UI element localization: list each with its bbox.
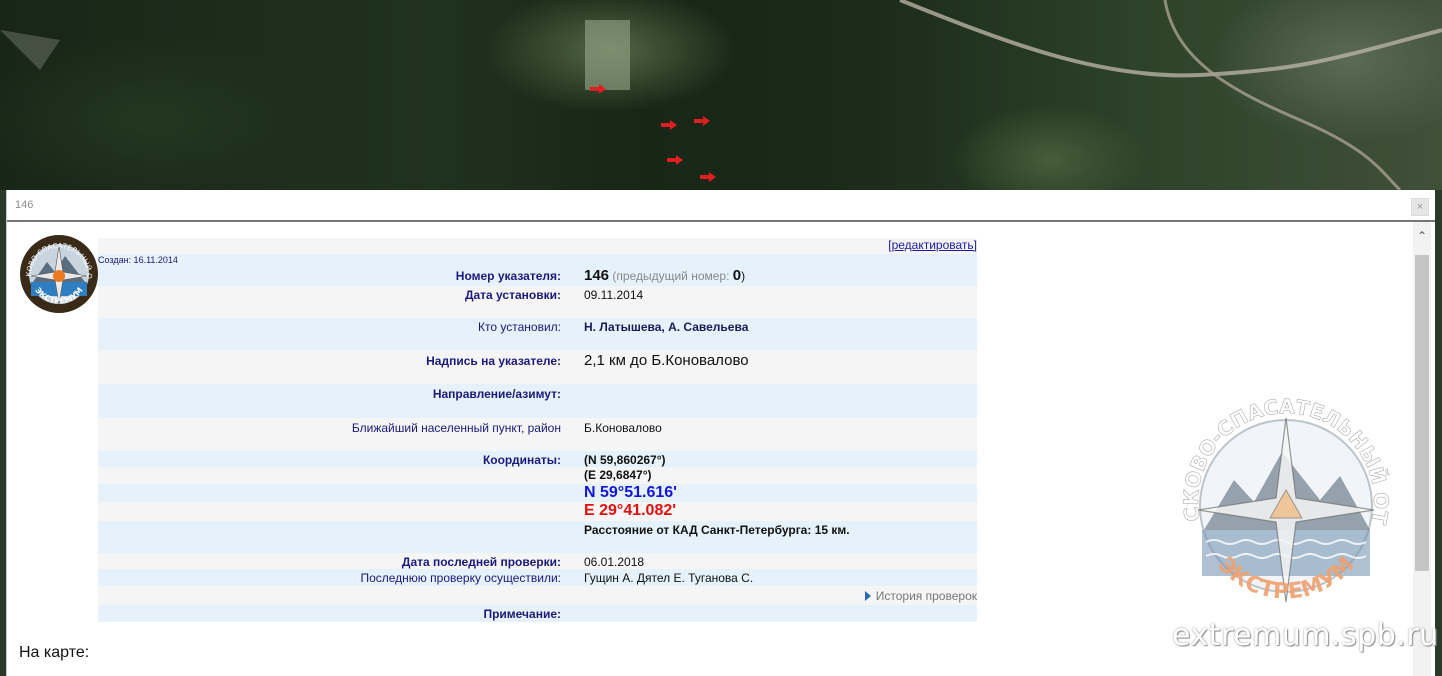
map-marker-arrow[interactable] [700, 172, 716, 182]
close-button[interactable]: × [1411, 198, 1429, 216]
pointer-number-row: Номер указателя: 146 (предыдущий номер: … [98, 266, 977, 286]
install-date: 09.11.2014 [584, 288, 644, 302]
installed-by: Н. Латышева, А. Савельева [584, 320, 749, 334]
nearest: Б.Коновалово [584, 421, 662, 435]
installed-by-row: Кто установил: Н. Латышева, А. Савельева [98, 318, 977, 350]
map-marker-arrow[interactable] [667, 155, 683, 165]
prev-number-close: ) [741, 269, 746, 283]
inscription: 2,1 км до Б.Коновалово [584, 352, 749, 369]
history-link-label: История проверок [875, 589, 977, 603]
direction-label: Направление/азимут: [432, 387, 561, 401]
nearest-label: Ближайший населенный пункт, район [351, 421, 561, 435]
coord-n-decimal: (N 59,860267°) [584, 453, 666, 467]
pointer-number: 146 [584, 267, 610, 284]
installed-by-label: Кто установил: [478, 320, 561, 334]
inscription-label: Надпись на указателе: [426, 354, 561, 368]
on-map-heading: На карте: [19, 644, 90, 661]
history-row: История проверок [98, 586, 977, 605]
map-roads [0, 0, 1442, 190]
extremum-watermark-emblem: ПОИСКОВО-СПАСАТЕЛЬНЫЙ ОТРЯД ЭКСТРЕМУМ [1170, 390, 1398, 618]
scroll-up-icon[interactable]: ⌃ [1416, 230, 1428, 242]
last-check-label: Дата последней проверки: [401, 555, 561, 569]
coords-row-e: E 29°41.082' [98, 502, 977, 521]
coords-row-n-dec: Координаты: (N 59,860267°) [98, 451, 977, 467]
prev-number-label: (предыдущий номер: [612, 269, 733, 283]
distance-row: Расстояние от КАД Санкт-Петербурга: 15 к… [98, 521, 977, 553]
install-date-row: Дата установки: 09.11.2014 [98, 286, 977, 318]
coords-row-e-dec: (E 29,6847°) [98, 467, 977, 484]
last-check: 06.01.2018 [584, 555, 645, 569]
map-marker-arrow[interactable] [661, 120, 677, 130]
checked-by-label: Последнюю проверку осуществили: [360, 571, 561, 585]
install-date-label: Дата установки: [464, 288, 561, 302]
coord-e-decimal: (E 29,6847°) [584, 468, 652, 482]
pointer-number-value: 146 (предыдущий номер: 0) [584, 267, 745, 284]
extremum-logo: ПОИСКОВО-СПАСАТЕЛЬНЫЙ ОТРЯД ЭКСТРЕМУМ [19, 234, 98, 313]
distance: Расстояние от КАД Санкт-Петербурга: 15 к… [584, 523, 850, 537]
map-marker-arrow[interactable] [590, 84, 606, 94]
direction-row: Направление/азимут: [98, 384, 977, 418]
note-label: Примечание: [483, 607, 561, 621]
checked-by-row: Последнюю проверку осуществили: Гущин А.… [98, 569, 977, 586]
coord-e: E 29°41.082' [584, 502, 677, 519]
pointer-card: [редактировать] Создан: 16.11.2014 Номер… [98, 238, 977, 622]
coords-label: Координаты: [482, 453, 561, 467]
watermark-site: extremum.spb.ru [1172, 618, 1439, 653]
prev-number: 0 [732, 267, 742, 284]
inscription-row: Надпись на указателе: 2,1 км до Б.Конова… [98, 350, 977, 384]
scrollbar-thumb[interactable] [1415, 255, 1429, 571]
edit-row: [редактировать] [98, 238, 977, 254]
edit-link[interactable]: [редактировать] [888, 238, 977, 252]
note-row: Примечание: [98, 605, 977, 622]
dialog-titlebar: 146 × [7, 190, 1435, 222]
last-check-row: Дата последней проверки: 06.01.2018 [98, 553, 977, 569]
nearest-row: Ближайший населенный пункт, район Б.Коно… [98, 418, 977, 451]
history-link[interactable]: История проверок [864, 589, 977, 603]
created-row: Создан: 16.11.2014 [98, 254, 977, 266]
satellite-map[interactable] [0, 0, 1442, 190]
created-date: Создан: 16.11.2014 [98, 255, 178, 265]
dialog-title: 146 [15, 199, 34, 211]
pointer-number-label: Номер указателя: [455, 269, 561, 283]
coord-n: N 59°51.616' [584, 484, 677, 501]
play-triangle-icon [864, 591, 871, 601]
map-marker-arrow[interactable] [694, 116, 710, 126]
coords-row-n: N 59°51.616' [98, 484, 977, 502]
checked-by: Гущин А. Дятел Е. Туганова С. [584, 571, 754, 585]
vertical-scrollbar[interactable]: ⌃ [1413, 222, 1431, 676]
